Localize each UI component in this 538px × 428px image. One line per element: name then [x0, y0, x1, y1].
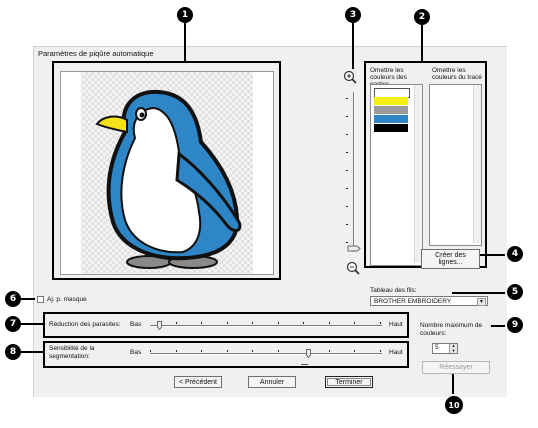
callout-1: 1	[177, 7, 193, 23]
max-colors-label: Nombre maximum de couleurs:	[420, 322, 483, 337]
zoom-in-icon[interactable]	[343, 70, 357, 84]
thread-table-value: BROTHER EMBROIDERY	[374, 297, 452, 305]
segmentation-high-label: Haut	[389, 349, 403, 356]
callout-3: 3	[345, 7, 361, 23]
noise-reduction-label: Réduction des parasites:	[49, 321, 121, 328]
callout-6: 6	[5, 291, 21, 307]
max-colors-input[interactable]: 5 ▲ ▼	[432, 343, 458, 354]
spin-down-icon[interactable]: ▼	[449, 348, 457, 353]
callout-1-leader	[184, 23, 186, 61]
callout-6-leader	[21, 298, 35, 300]
callout-3-leader	[352, 23, 354, 69]
callout-5: 5	[507, 284, 523, 300]
penguin-image	[61, 72, 273, 274]
retry-button[interactable]: Réessayer	[422, 361, 490, 374]
callout-2-leader	[421, 25, 423, 61]
max-colors-value: 5	[435, 344, 439, 351]
image-preview	[60, 71, 274, 275]
segmentation-label: Sensibilité de la segmentation:	[49, 345, 95, 360]
callout-10: 10	[445, 396, 463, 414]
callout-5-leader	[452, 292, 505, 294]
noise-slider-thumb[interactable]	[157, 321, 163, 330]
callout-8: 8	[5, 344, 21, 360]
finish-button[interactable]: Terminer	[325, 376, 373, 388]
callout-10-leader	[452, 374, 454, 394]
zoom-slider-thumb[interactable]	[347, 245, 361, 252]
cancel-button[interactable]: Annuler	[248, 376, 296, 388]
parts-color-list[interactable]	[370, 84, 423, 266]
segmentation-slider-thumb[interactable]	[305, 349, 311, 358]
noise-high-label: Haut	[389, 321, 403, 328]
callout-2: 2	[414, 9, 430, 25]
outline-color-list[interactable]	[429, 84, 482, 246]
callout-9-leader	[491, 325, 505, 327]
segmentation-focus-mark	[301, 364, 308, 365]
callout-7: 7	[5, 316, 21, 332]
callout-8-leader	[21, 351, 43, 353]
omit-outline-header: Omettre les couleurs du tracé	[432, 67, 482, 81]
thread-table-label: Tableau des fils:	[370, 287, 417, 294]
chevron-down-icon[interactable]: ▼	[477, 298, 486, 306]
create-lines-button[interactable]: Créer des lignes...	[421, 249, 480, 269]
color-swatch-black[interactable]	[374, 124, 408, 132]
zoom-slider-track[interactable]	[353, 92, 355, 252]
parts-list-scrollbar[interactable]	[414, 85, 422, 263]
callout-9: 9	[507, 317, 523, 333]
mask-checkbox[interactable]	[37, 296, 44, 303]
callout-4: 4	[507, 246, 523, 262]
back-button[interactable]: < Précédent	[174, 376, 222, 388]
callout-7-leader	[21, 323, 43, 325]
dialog-title: Paramètres de piqûre automatique	[38, 49, 154, 58]
noise-slider-track[interactable]	[150, 325, 382, 327]
mask-checkbox-label: Aj. p. masque	[47, 296, 87, 303]
segmentation-low-label: Bas	[130, 349, 142, 356]
color-swatch-yellow[interactable]	[374, 97, 408, 105]
color-swatch-gray[interactable]	[374, 106, 408, 114]
thread-table-select[interactable]: BROTHER EMBROIDERY ▼	[370, 296, 488, 306]
segmentation-slider-track[interactable]	[150, 353, 382, 355]
noise-low-label: Bas	[130, 321, 142, 328]
zoom-out-icon[interactable]	[346, 261, 360, 275]
callout-4-leader	[480, 254, 505, 256]
color-swatch-blue[interactable]	[374, 115, 408, 123]
outline-list-scrollbar[interactable]	[473, 85, 481, 243]
